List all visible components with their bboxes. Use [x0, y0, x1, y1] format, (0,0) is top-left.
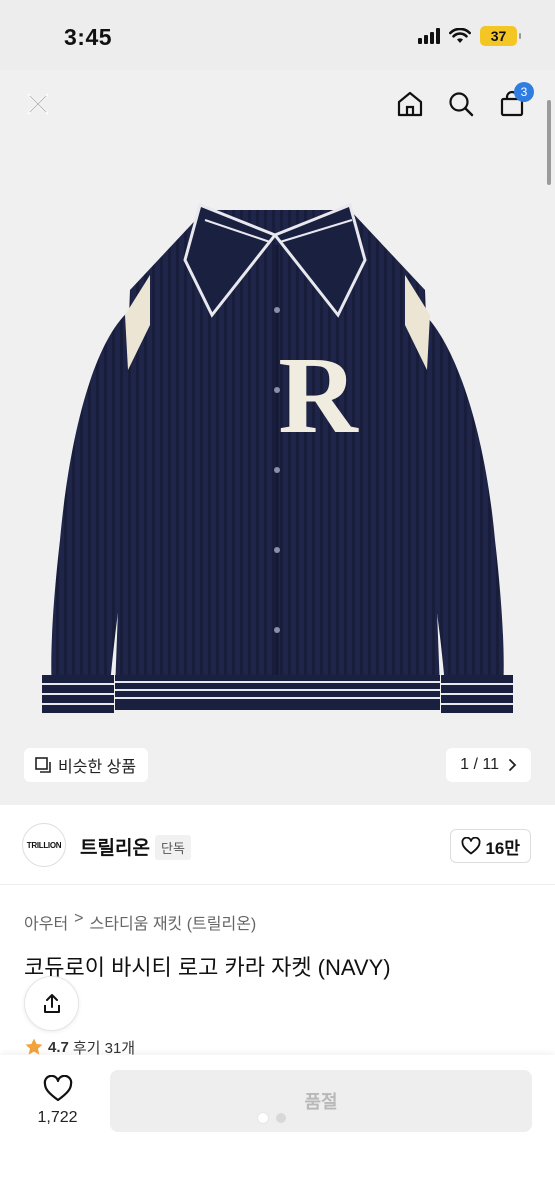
rating-summary[interactable]: 4.7 후기 31개	[24, 1039, 135, 1055]
jacket-logo: R	[278, 334, 359, 456]
image-pager-button[interactable]: 1 / 11	[446, 748, 531, 782]
brand-logo[interactable]: TRILLION	[22, 823, 66, 867]
page-dot-active	[258, 1113, 268, 1123]
rating-score: 4.7	[48, 1039, 69, 1055]
similar-products-label: 비슷한 상품	[58, 759, 137, 776]
top-nav: 3	[0, 70, 555, 140]
brand-like-button[interactable]: 16만	[450, 829, 531, 863]
search-button[interactable]	[441, 84, 481, 124]
product-title: 코듀로이 바시티 로고 카라 자켓 (NAVY)	[24, 955, 391, 980]
home-button[interactable]	[390, 84, 430, 124]
status-time: 3:45	[64, 24, 113, 50]
chevron-right-icon	[509, 759, 517, 771]
cart-count-badge: 3	[514, 82, 534, 102]
heart-icon	[462, 837, 481, 855]
brand-row: TRILLION 트릴리온 단독 16만	[0, 805, 555, 885]
wishlist-button[interactable]: 1,722	[30, 1074, 85, 1127]
breadcrumb-subcategory[interactable]: 스타디움 재킷 (트릴리온)	[90, 910, 257, 934]
home-icon	[397, 91, 423, 117]
close-button[interactable]	[18, 84, 58, 124]
image-page-indicator: 1 / 11	[460, 756, 499, 773]
battery-icon: 37	[480, 26, 521, 46]
wishlist-count: 1,722	[37, 1109, 78, 1126]
review-count: 후기 31개	[72, 1039, 136, 1056]
star-icon	[25, 1039, 43, 1055]
share-icon	[43, 993, 60, 1013]
sold-out-button[interactable]: 품절	[110, 1070, 532, 1132]
signal-icon	[418, 28, 440, 44]
bottom-action-bar: 1,722 품절	[0, 1055, 555, 1200]
search-icon	[449, 92, 474, 117]
product-image[interactable]: R	[0, 70, 555, 805]
jacket-image: R	[42, 202, 513, 713]
brand-like-count: 16만	[485, 838, 520, 858]
share-button[interactable]	[24, 976, 79, 1031]
wifi-icon	[449, 28, 471, 43]
similar-icon	[35, 757, 51, 773]
status-icons: 37	[418, 26, 521, 46]
cart-button[interactable]: 3	[492, 82, 534, 124]
breadcrumb: 아우터 > 스타디움 재킷 (트릴리온)	[24, 910, 256, 934]
breadcrumb-category[interactable]: 아우터	[24, 910, 68, 934]
breadcrumb-separator: >	[74, 910, 84, 927]
brand-name[interactable]: 트릴리온	[80, 833, 150, 860]
close-icon	[27, 93, 49, 115]
page-dot	[276, 1113, 286, 1123]
heart-icon	[43, 1074, 72, 1102]
status-bar: 3:45 37	[0, 0, 555, 70]
exclusive-badge: 단독	[155, 835, 191, 860]
page-dots	[258, 1113, 286, 1123]
similar-products-button[interactable]: 비슷한 상품	[24, 748, 149, 782]
